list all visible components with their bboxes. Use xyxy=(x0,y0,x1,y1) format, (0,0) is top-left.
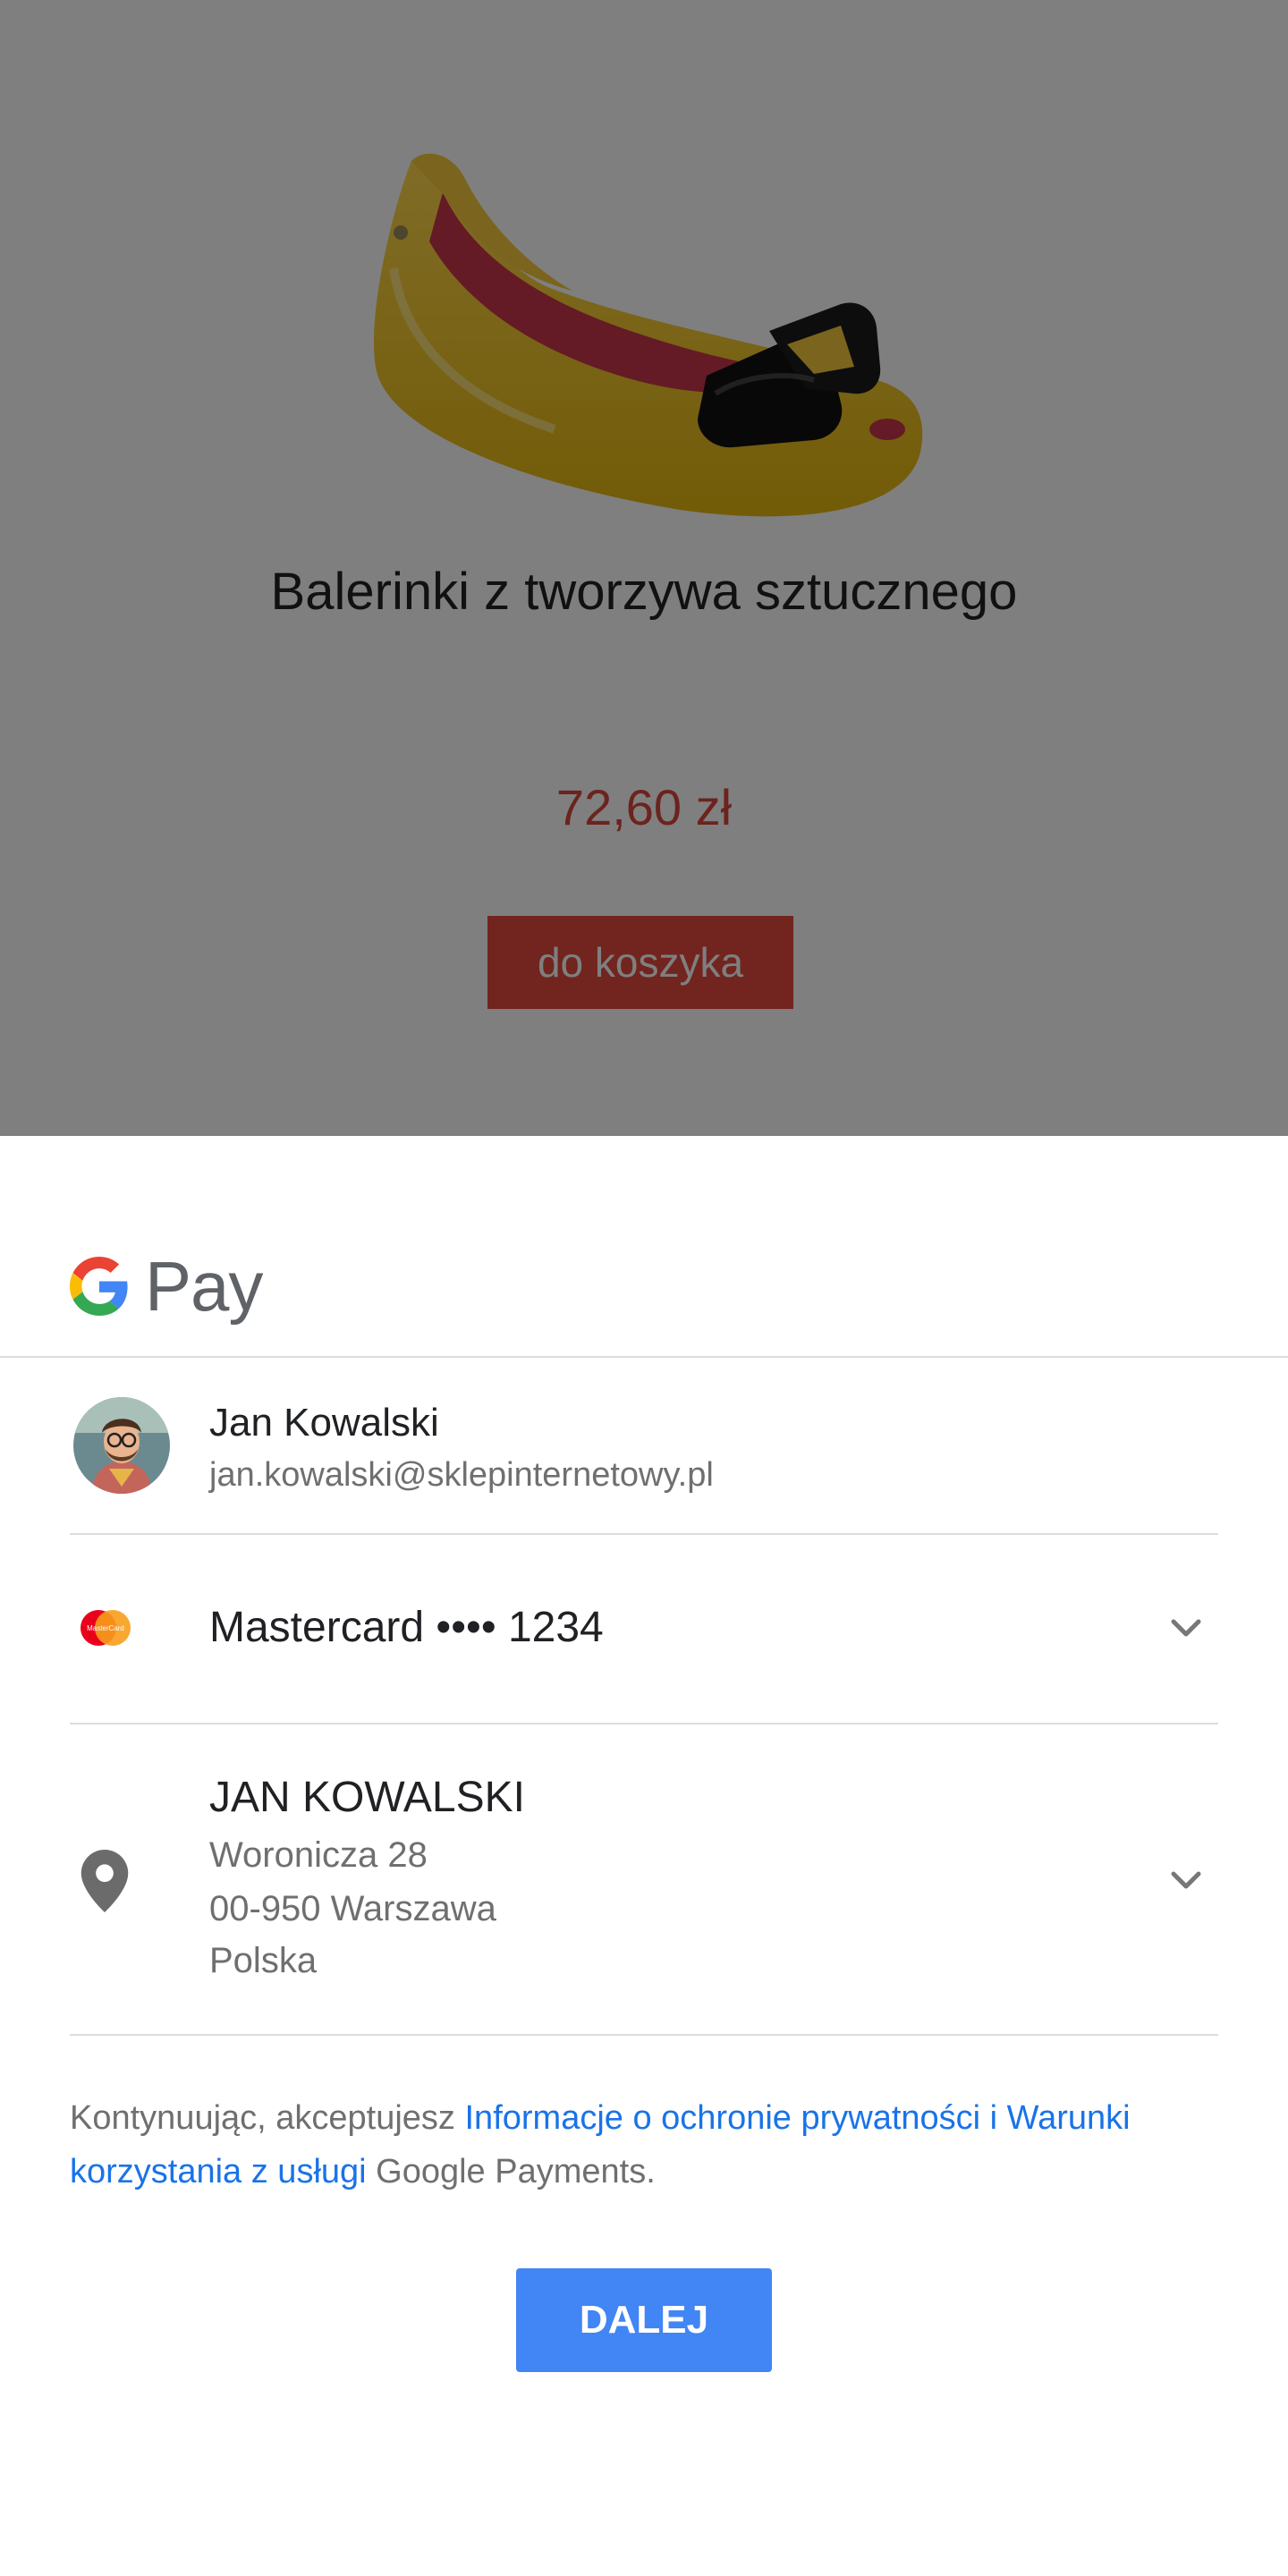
privacy-policy-link[interactable]: Informacje o ochronie prywatności xyxy=(465,2099,981,2137)
terms-prefix: Kontynuując, akceptujesz xyxy=(70,2099,465,2137)
account-email: jan.kowalski@sklepinternetowy.pl xyxy=(209,1456,714,1494)
address-country: Polska xyxy=(209,1941,318,1980)
shipping-address-row[interactable]: JAN KOWALSKI Woronicza 28 00-950 Warszaw… xyxy=(70,1724,1218,2036)
location-pin-icon xyxy=(80,1850,129,1912)
terms-connector: i xyxy=(980,2099,1007,2137)
address-city: 00-950 Warszawa xyxy=(209,1889,496,1928)
mastercard-icon: MasterCard xyxy=(73,1603,138,1653)
sheet-header: Pay xyxy=(0,1136,1288,1358)
google-pay-logo: Pay xyxy=(70,1247,263,1326)
address-street: Woronicza 28 xyxy=(209,1835,428,1875)
google-g-icon xyxy=(70,1257,128,1316)
address-name: JAN KOWALSKI xyxy=(209,1774,525,1821)
terms-text: Kontynuując, akceptujesz Informacje o oc… xyxy=(70,2091,1218,2199)
avatar xyxy=(73,1397,170,1494)
account-row: Jan Kowalski jan.kowalski@sklepinterneto… xyxy=(70,1358,1218,1535)
payment-method-row[interactable]: MasterCard Mastercard •••• 1234 xyxy=(70,1535,1218,1724)
google-pay-sheet: Pay Jan Kowalski jan.kowalski@sklepinter… xyxy=(0,1136,1288,2576)
google-pay-wordmark: Pay xyxy=(145,1246,263,1326)
payment-method-label: Mastercard •••• 1234 xyxy=(209,1604,604,1651)
chevron-down-icon[interactable] xyxy=(1165,1859,1208,1902)
terms-suffix: Google Payments. xyxy=(366,2153,656,2190)
modal-scrim[interactable] xyxy=(0,0,1288,1136)
account-name: Jan Kowalski xyxy=(209,1401,439,1445)
mastercard-logo-text: MasterCard xyxy=(87,1624,124,1632)
continue-button[interactable]: DALEJ xyxy=(516,2268,772,2372)
chevron-down-icon[interactable] xyxy=(1165,1606,1208,1649)
